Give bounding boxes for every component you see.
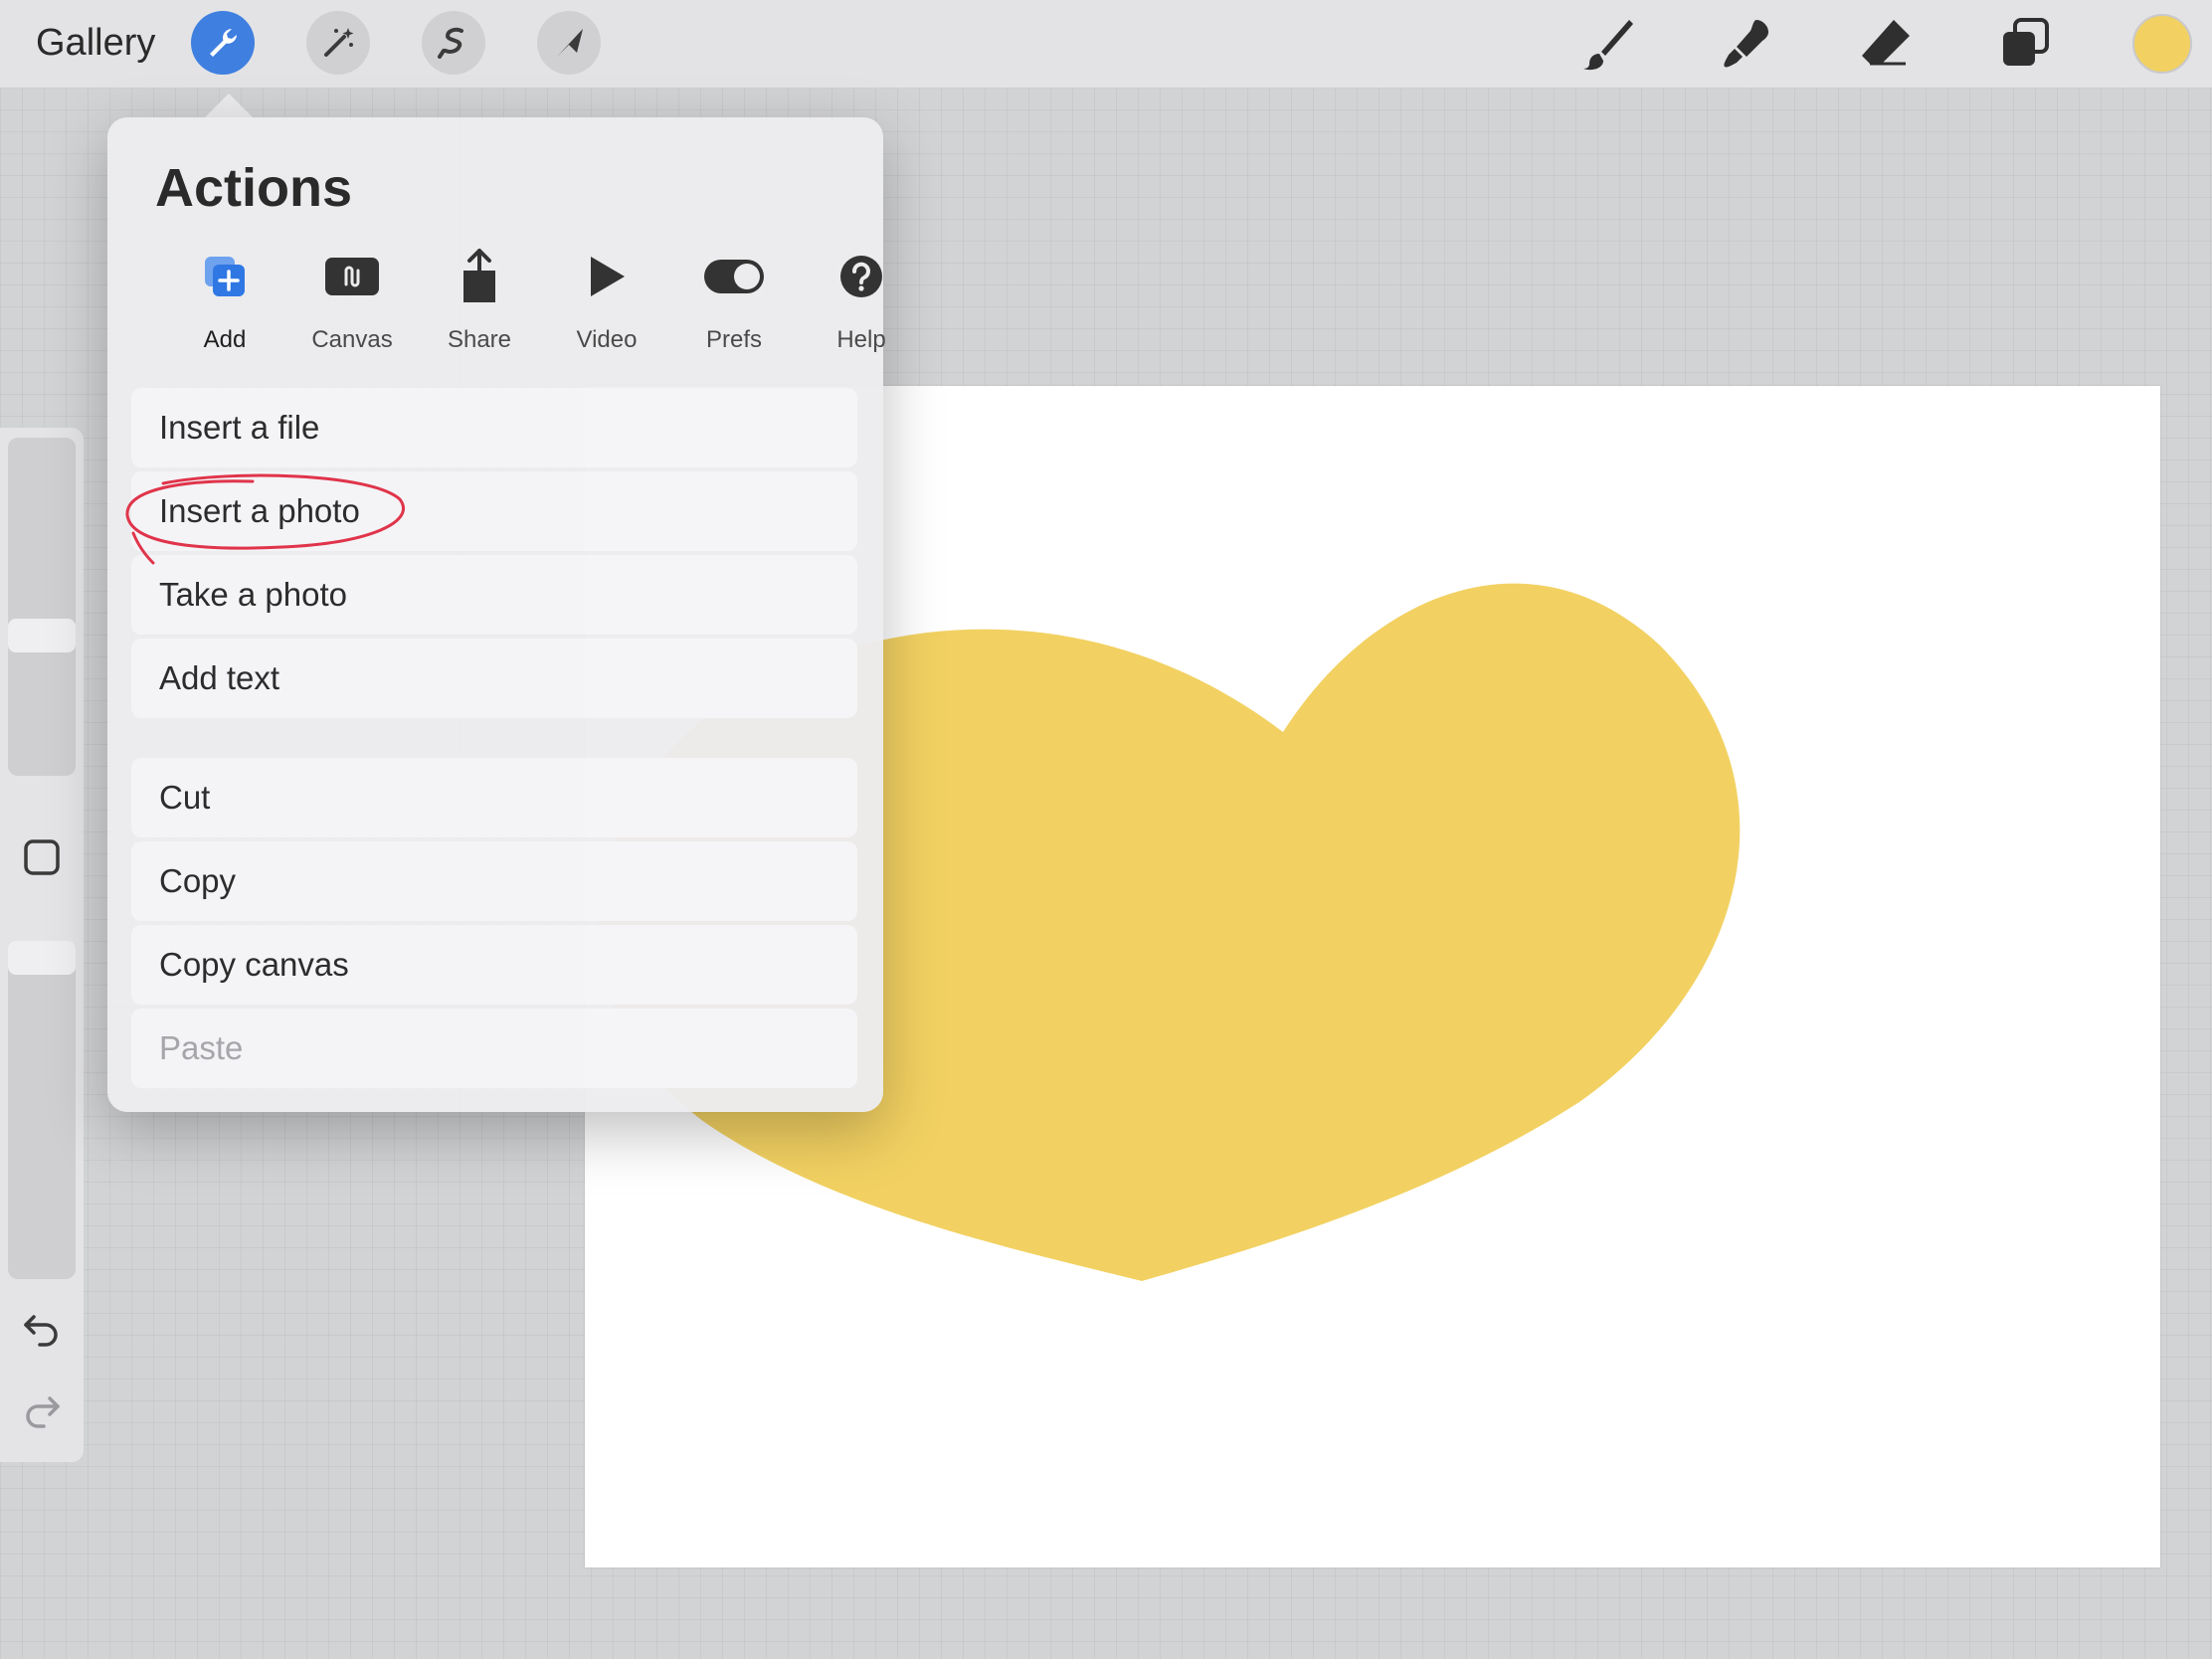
smudge-tool-button[interactable]: [1717, 14, 1776, 74]
menu-copy-canvas[interactable]: Copy canvas: [131, 925, 857, 1005]
eraser-icon: [1862, 20, 1910, 66]
undo-icon: [24, 1315, 58, 1347]
tab-add-label: Add: [203, 326, 247, 353]
layers-button[interactable]: [1995, 14, 2055, 74]
tab-help-label: Help: [836, 326, 886, 353]
layers-icon: [2003, 18, 2049, 66]
left-sidebar: [0, 428, 84, 1462]
wrench-icon: [210, 29, 237, 57]
selection-icon: [438, 27, 463, 59]
menu-add-text[interactable]: Add text: [131, 639, 857, 718]
brush-tool-button[interactable]: [1577, 14, 1637, 74]
magic-wand-icon: [324, 28, 354, 57]
menu-copy[interactable]: Copy: [131, 841, 857, 921]
actions-wrench-button[interactable]: [191, 11, 255, 75]
help-icon: [840, 256, 882, 297]
brush-icon: [1583, 20, 1633, 71]
tab-help[interactable]: Help: [798, 247, 925, 356]
highlight-circle-annotation: [125, 473, 405, 565]
opacity-thumb[interactable]: [8, 941, 76, 975]
canvas-icon: [325, 258, 379, 295]
square-modify-icon: [24, 839, 60, 875]
actions-tabs: Add Canvas Share Video Prefs Help: [107, 247, 886, 356]
tab-prefs[interactable]: Prefs: [670, 247, 798, 356]
actions-popover: Actions Add Canvas Share Video Prefs Hel…: [107, 117, 886, 1112]
popover-arrow: [205, 93, 253, 117]
menu-item-label: Paste: [159, 1029, 244, 1066]
play-icon: [591, 257, 625, 296]
transform-arrow-icon: [557, 29, 583, 57]
tab-prefs-label: Prefs: [705, 326, 762, 353]
menu-cut[interactable]: Cut: [131, 758, 857, 837]
popover-title: Actions: [155, 158, 353, 218]
brush-size-slider[interactable]: [8, 438, 76, 776]
add-image-icon: [205, 257, 245, 296]
tab-canvas[interactable]: Canvas: [288, 247, 416, 356]
tab-video[interactable]: Video: [543, 247, 670, 356]
smudge-icon: [1724, 20, 1768, 68]
menu-item-label: Add text: [159, 659, 280, 696]
color-picker-swatch[interactable]: [2132, 14, 2192, 74]
transform-button[interactable]: [537, 11, 601, 75]
toggle-icon: [704, 260, 764, 293]
tab-add[interactable]: Add: [161, 247, 288, 356]
tab-share[interactable]: Share: [416, 247, 543, 356]
redo-button[interactable]: [22, 1388, 62, 1428]
menu-paste: Paste: [131, 1009, 857, 1088]
gallery-button[interactable]: Gallery: [36, 22, 155, 65]
selection-button[interactable]: [422, 11, 485, 75]
tab-canvas-label: Canvas: [311, 326, 393, 353]
menu-item-label: Insert a file: [159, 409, 320, 446]
tab-video-label: Video: [576, 326, 638, 353]
eyedropper-square-button[interactable]: [22, 837, 62, 877]
brush-size-thumb[interactable]: [8, 619, 76, 652]
opacity-slider[interactable]: [8, 941, 76, 1279]
menu-insert-file[interactable]: Insert a file: [131, 388, 857, 467]
top-toolbar: Gallery: [0, 0, 2212, 89]
menu-item-label: Cut: [159, 779, 211, 816]
undo-button[interactable]: [22, 1307, 62, 1347]
redo-icon: [26, 1396, 60, 1428]
eraser-tool-button[interactable]: [1856, 14, 1916, 74]
adjustments-button[interactable]: [306, 11, 370, 75]
menu-item-label: Copy: [159, 862, 237, 899]
tab-share-label: Share: [447, 326, 512, 353]
menu-item-label: Copy canvas: [159, 946, 349, 983]
share-icon: [463, 249, 495, 302]
